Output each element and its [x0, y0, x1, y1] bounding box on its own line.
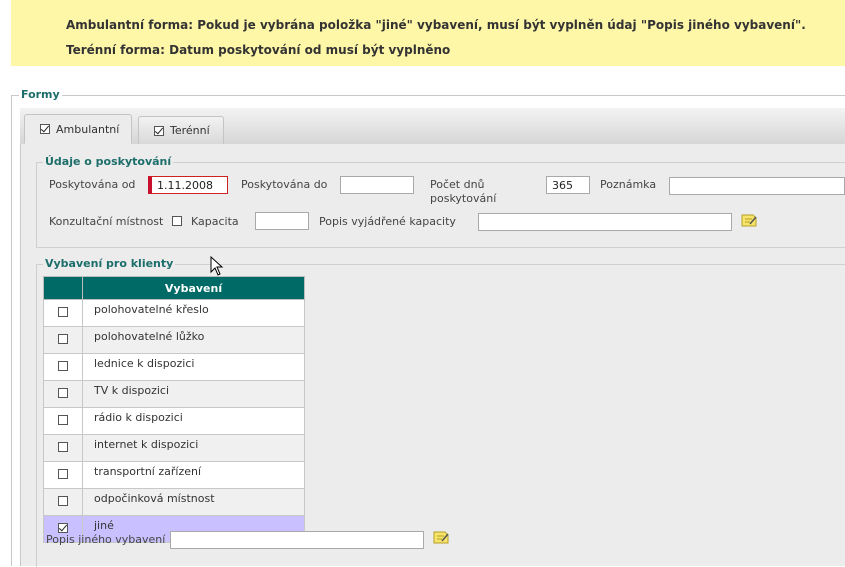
- tab-terenni-checkbox[interactable]: [154, 125, 164, 136]
- table-row[interactable]: rádio k dispozici: [43, 407, 305, 435]
- konzultacni-mistnost-checkbox[interactable]: [172, 216, 182, 226]
- row-label: lednice k dispozici: [82, 353, 305, 381]
- validation-alert: Ambulantní forma: Pokud je vybrána polož…: [11, 0, 845, 66]
- konzultacni-mistnost-label: Konzultační místnost: [49, 215, 164, 228]
- poznamka-input[interactable]: [669, 177, 845, 195]
- row-checkbox[interactable]: [58, 306, 68, 317]
- do-label: Poskytována do: [241, 178, 328, 191]
- pocet-dnu-label-2: poskytování: [430, 192, 497, 205]
- table-row[interactable]: transportní zařízení: [43, 461, 305, 489]
- popis-jineho-input[interactable]: [170, 531, 424, 549]
- row-label: polohovatelné lůžko: [82, 326, 305, 354]
- row-checkbox[interactable]: [58, 522, 68, 533]
- table-row[interactable]: polohovatelné křeslo: [43, 299, 305, 327]
- alert-message-terenni: Terénní forma: Datum poskytování od musí…: [66, 43, 451, 57]
- alert-message-ambulantni: Ambulantní forma: Pokud je vybrána polož…: [66, 18, 806, 32]
- table-header-check: [43, 276, 83, 300]
- poznamka-label: Poznámka: [600, 178, 657, 191]
- tab-terenni-label: Terénní: [170, 124, 210, 137]
- tab-ambulantni-checkbox[interactable]: [40, 124, 50, 134]
- table-row[interactable]: internet k dispozici: [43, 434, 305, 462]
- od-label: Poskytována od: [49, 178, 136, 191]
- row-checkbox[interactable]: [58, 360, 68, 371]
- udaje-fieldset: [36, 162, 845, 248]
- row-checkbox[interactable]: [58, 468, 68, 479]
- tab-ambulantni[interactable]: Ambulantní: [24, 114, 132, 144]
- row-label: odpočinková místnost: [82, 488, 305, 516]
- mouse-pointer-icon: [210, 256, 224, 276]
- forms-legend: Formy: [19, 88, 62, 101]
- tab-ambulantni-label: Ambulantní: [56, 122, 120, 136]
- row-label: polohovatelné křeslo: [82, 299, 305, 327]
- pocet-dnu-label-1: Počet dnů: [430, 178, 485, 191]
- row-label: transportní zařízení: [82, 461, 305, 489]
- note-edit-icon[interactable]: [741, 213, 757, 227]
- do-date-input[interactable]: [340, 176, 414, 194]
- note-edit-icon[interactable]: [433, 530, 449, 544]
- table-row[interactable]: polohovatelné lůžko: [43, 326, 305, 354]
- udaje-legend: Údaje o poskytování: [43, 155, 174, 168]
- row-checkbox[interactable]: [58, 441, 68, 452]
- table-row[interactable]: lednice k dispozici: [43, 353, 305, 381]
- od-date-input[interactable]: [148, 176, 228, 194]
- row-checkbox[interactable]: [58, 387, 68, 398]
- row-checkbox[interactable]: [58, 495, 68, 506]
- pocet-dnu-input[interactable]: [546, 176, 590, 194]
- table-row[interactable]: TV k dispozici: [43, 380, 305, 408]
- row-label: TV k dispozici: [82, 380, 305, 408]
- vybaveni-table: Vybavení polohovatelné křeslo polohovate…: [43, 276, 305, 543]
- vybaveni-legend: Vybavení pro klienty: [43, 257, 176, 270]
- popis-kapacity-label: Popis vyjádřené kapacity: [319, 215, 456, 228]
- row-checkbox[interactable]: [58, 414, 68, 425]
- popis-jineho-label: Popis jiného vybavení: [46, 533, 166, 546]
- row-checkbox[interactable]: [58, 333, 68, 344]
- kapacita-input[interactable]: [255, 212, 309, 230]
- table-header-row: Vybavení: [43, 276, 305, 300]
- tab-terenni[interactable]: Terénní: [138, 116, 224, 144]
- table-row[interactable]: odpočinková místnost: [43, 488, 305, 516]
- table-header-vybaveni: Vybavení: [82, 276, 305, 300]
- popis-kapacity-input[interactable]: [478, 213, 732, 231]
- row-label: rádio k dispozici: [82, 407, 305, 435]
- row-label: internet k dispozici: [82, 434, 305, 462]
- kapacita-label: Kapacita: [191, 215, 239, 228]
